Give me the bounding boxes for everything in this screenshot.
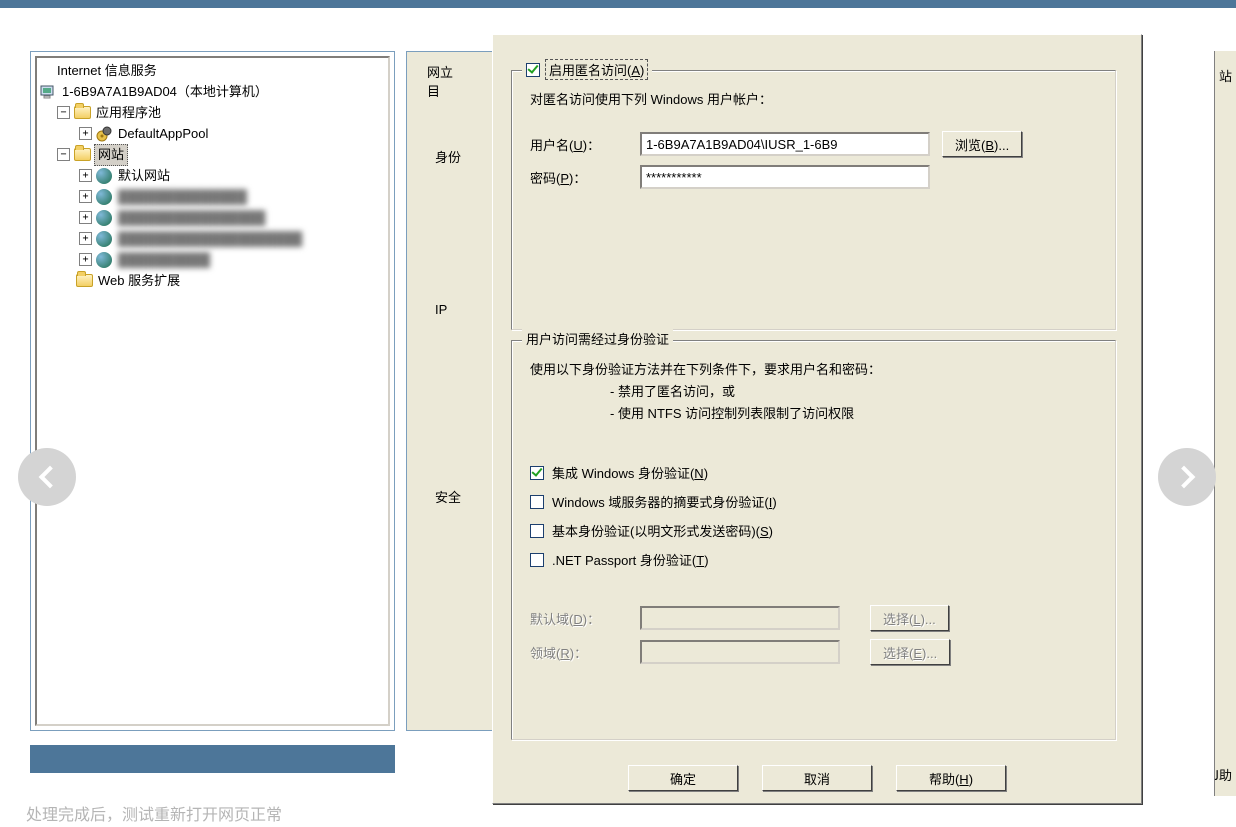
tree-websites[interactable]: − 网站 — [39, 144, 388, 165]
auth-bullet2: - 使用 NTFS 访问控制列表限制了访问权限 — [530, 403, 1097, 425]
basic-auth-label: 基本身份验证(以明文形式发送密码)(S) — [552, 521, 773, 540]
globe-icon — [95, 209, 113, 227]
folder-icon — [75, 272, 93, 290]
tree-default-site[interactable]: + 默认网站 — [39, 165, 388, 186]
chevron-right-icon — [1173, 466, 1196, 489]
digest-auth-label: Windows 域服务器的摘要式身份验证(I) — [552, 492, 777, 511]
cancel-button[interactable]: 取消 — [762, 765, 872, 791]
collapse-websites[interactable]: − — [57, 148, 70, 161]
tree-site-3[interactable]: + ████████████████ — [39, 207, 388, 228]
globe-icon — [95, 251, 113, 269]
background-dialog-fragment: 网立目 身份 IP 安全 — [406, 51, 506, 731]
default-site-label: 默认网站 — [116, 166, 170, 186]
tree-root[interactable]: Internet 信息服务 — [39, 60, 388, 81]
tree-default-pool[interactable]: + DefaultAppPool — [39, 123, 388, 144]
bg-group-identity: 身份 — [435, 147, 461, 166]
bg-group-ip: IP — [435, 302, 447, 317]
expand-site-5[interactable]: + — [79, 253, 92, 266]
tree-app-pool[interactable]: − 应用程序池 — [39, 102, 388, 123]
expand-site-4[interactable]: + — [79, 232, 92, 245]
tree-site-4[interactable]: + ████████████████████ — [39, 228, 388, 249]
authentication-methods-dialog: 启用匿名访问(A) 对匿名访问使用下列 Windows 用户帐户： 用户名(U)… — [492, 34, 1142, 804]
tree-site-2[interactable]: + ██████████████ — [39, 186, 388, 207]
next-arrow-button[interactable] — [1158, 448, 1216, 506]
enable-anonymous-checkbox[interactable] — [526, 63, 540, 77]
enable-anonymous-label: 启用匿名访问(A) — [545, 59, 648, 80]
authenticated-access-group: 用户访问需经过身份验证 使用以下身份验证方法并在下列条件下，要求用户名和密码： … — [511, 340, 1116, 740]
tree-root-label: Internet 信息服务 — [55, 61, 157, 81]
expand-default-site[interactable]: + — [79, 169, 92, 182]
computer-icon — [39, 83, 57, 101]
prev-arrow-button[interactable] — [18, 448, 76, 506]
globe-icon — [95, 230, 113, 248]
select-realm-button: 选择(E)... — [870, 639, 950, 665]
auth-bullet1: - 禁用了匿名访问，或 — [530, 381, 1097, 403]
username-label: 用户名(U)： — [530, 135, 640, 154]
site-2-label: ██████████████ — [116, 187, 247, 207]
site-3-label: ████████████████ — [116, 208, 265, 228]
expand-default-pool[interactable]: + — [79, 127, 92, 140]
tree-site-5[interactable]: + ██████████ — [39, 249, 388, 270]
help-button[interactable]: 帮助(H) — [896, 765, 1006, 791]
integrated-windows-label: 集成 Windows 身份验证(N) — [552, 463, 708, 482]
default-domain-label: 默认域(D)： — [530, 609, 640, 628]
realm-input — [640, 640, 840, 664]
tree-computer-label: 1-6B9A7A1B9AD04（本地计算机） — [60, 82, 268, 102]
browse-button[interactable]: 浏览(B)... — [942, 131, 1022, 157]
digest-auth-checkbox[interactable] — [530, 495, 544, 509]
passport-auth-checkbox[interactable] — [530, 553, 544, 567]
anonymous-access-group: 启用匿名访问(A) 对匿名访问使用下列 Windows 用户帐户： 用户名(U)… — [511, 70, 1116, 330]
iis-tree-panel: Internet 信息服务 1-6B9A7A1B9AD04（本地计算机） − 应… — [30, 51, 395, 731]
peek-right-strip: 站 ﻟ助 — [1214, 51, 1236, 796]
collapse-app-pool[interactable]: − — [57, 106, 70, 119]
globe-icon — [95, 188, 113, 206]
default-domain-input — [640, 606, 840, 630]
chevron-left-icon — [39, 466, 62, 489]
peek-help: ﻟ助 — [1215, 765, 1232, 784]
password-label: 密码(P)： — [530, 168, 640, 187]
auth-desc-main: 使用以下身份验证方法并在下列条件下，要求用户名和密码： — [530, 359, 1097, 381]
tree-panel-footer — [30, 745, 395, 773]
folder-icon — [73, 104, 91, 122]
bg-tab-1: 网立目 — [427, 62, 453, 100]
globe-icon — [95, 167, 113, 185]
site-5-label: ██████████ — [116, 250, 210, 270]
tree-computer[interactable]: 1-6B9A7A1B9AD04（本地计算机） — [39, 81, 388, 102]
expand-site-3[interactable]: + — [79, 211, 92, 224]
cog-icon — [95, 125, 113, 143]
anon-desc: 对匿名访问使用下列 Windows 用户帐户： — [530, 89, 1097, 111]
password-input[interactable] — [640, 165, 930, 189]
basic-auth-checkbox[interactable] — [530, 524, 544, 538]
tree-web-ext[interactable]: Web 服务扩展 — [39, 270, 388, 291]
integrated-windows-checkbox[interactable] — [530, 466, 544, 480]
top-border — [0, 0, 1236, 8]
folder-icon — [73, 146, 91, 164]
site-4-label: ████████████████████ — [116, 229, 302, 249]
ok-button[interactable]: 确定 — [628, 765, 738, 791]
passport-auth-label: .NET Passport 身份验证(T) — [552, 550, 709, 569]
caption-text: 处理完成后，测试重新打开网页正常 — [26, 801, 282, 825]
bg-group-security: 安全 — [435, 487, 461, 506]
peek-tab: 站 — [1215, 66, 1236, 85]
select-domain-button: 选择(L)... — [870, 605, 949, 631]
default-pool-label: DefaultAppPool — [116, 124, 208, 144]
username-input[interactable] — [640, 132, 930, 156]
dialog-button-row: 确定 取消 帮助(H) — [493, 765, 1141, 791]
expand-site-2[interactable]: + — [79, 190, 92, 203]
websites-label: 网站 — [94, 144, 128, 166]
app-pool-label: 应用程序池 — [94, 103, 161, 123]
realm-label: 领域(R)： — [530, 643, 640, 662]
web-ext-label: Web 服务扩展 — [96, 271, 180, 291]
auth-group-title: 用户访问需经过身份验证 — [526, 329, 669, 348]
